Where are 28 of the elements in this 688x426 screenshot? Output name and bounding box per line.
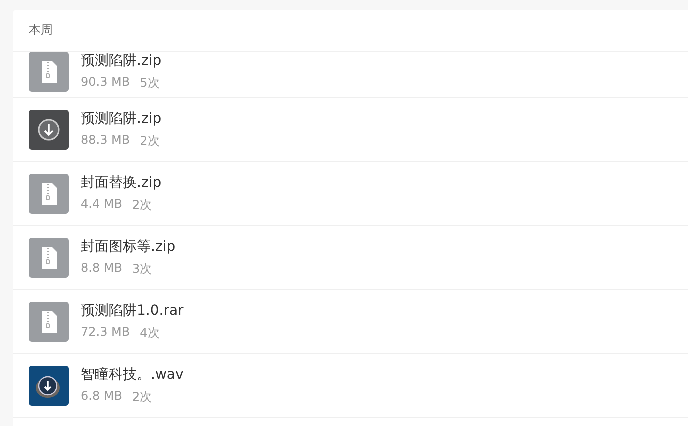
archive-file-icon (29, 174, 69, 214)
download-count: 4次 (140, 324, 160, 342)
download-count: 2次 (140, 132, 160, 150)
file-row[interactable]: 预测陷阱1.0.rar 72.3 MB 4次 (13, 290, 688, 354)
file-row[interactable]: 预测陷阱.zip 88.3 MB 2次 (13, 98, 688, 162)
file-name: 智瞳科技。.wav (81, 366, 184, 384)
archive-file-icon (29, 238, 69, 278)
file-name: 预测陷阱.zip (81, 110, 162, 128)
file-size: 8.8 MB (81, 260, 122, 276)
section-title: 本周 (29, 22, 53, 39)
file-row[interactable]: 智瞳科技。.wav 6.8 MB 2次 (13, 354, 688, 418)
file-row[interactable]: 封面替换.zip 4.4 MB 2次 (13, 162, 688, 226)
archive-file-icon (29, 302, 69, 342)
file-name: 封面图标等.zip (81, 238, 176, 256)
download-count: 2次 (132, 196, 152, 214)
download-count: 5次 (140, 74, 160, 92)
file-size: 90.3 MB (81, 74, 130, 90)
download-count: 3次 (132, 260, 152, 278)
file-row[interactable]: 预测陷阱.zip 90.3 MB 5次 (13, 52, 688, 98)
file-row[interactable]: 封面图标等.zip 8.8 MB 3次 (13, 226, 688, 290)
file-name: 封面替换.zip (81, 174, 162, 192)
file-name: 预测陷阱.zip (81, 52, 162, 70)
file-size: 4.4 MB (81, 196, 122, 212)
file-size: 72.3 MB (81, 324, 130, 340)
file-size: 88.3 MB (81, 132, 130, 148)
download-count: 2次 (132, 388, 152, 406)
file-size: 6.8 MB (81, 388, 122, 404)
file-name: 预测陷阱1.0.rar (81, 302, 184, 320)
